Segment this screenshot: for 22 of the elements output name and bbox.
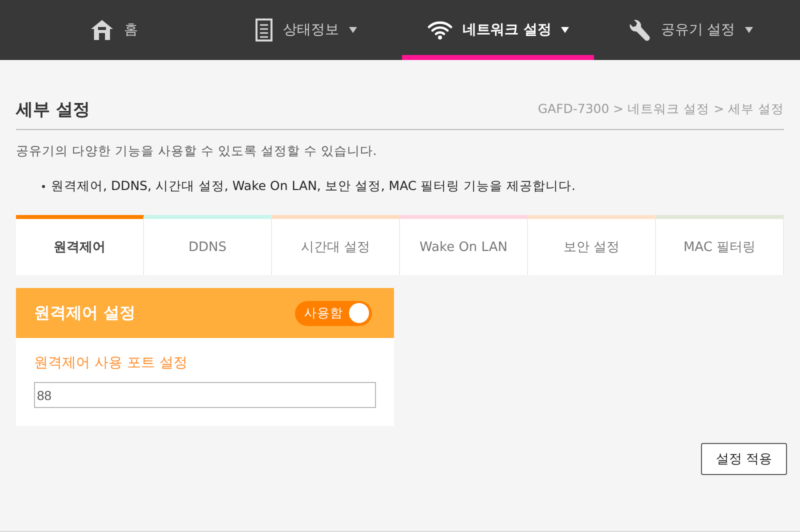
tab[interactable]: MAC 필터링 (656, 215, 784, 275)
bullet-text: 원격제어, DDNS, 시간대 설정, Wake On LAN, 보안 설정, MAC 필터링 기능을 제공합니다. (51, 178, 576, 195)
wifi-icon (426, 20, 453, 40)
home-icon (90, 19, 114, 41)
bullet-icon (42, 185, 45, 188)
nav-item[interactable]: 공유기 설정 (594, 0, 786, 60)
tab[interactable]: 원격제어 (16, 215, 144, 275)
tab[interactable]: 시간대 설정 (272, 215, 400, 275)
apply-button[interactable]: 설정 적용 (700, 443, 787, 475)
port-input-field[interactable]: 88 (34, 382, 376, 408)
nav-item[interactable]: 홈 (18, 0, 210, 60)
page-title: 세부 설정 (16, 99, 90, 121)
tab[interactable]: DDNS (144, 215, 272, 275)
breadcrumb: GAFD-7300 > 네트워크 설정 > 세부 설정 (538, 101, 784, 118)
nav-item[interactable]: 상태정보 (210, 0, 402, 60)
panel-title: 원격제어 설정 (34, 302, 136, 324)
nav-item[interactable]: 네트워크 설정 (402, 0, 594, 60)
field-label: 원격제어 사용 포트 설정 (34, 354, 188, 372)
document-icon (255, 18, 273, 42)
tab[interactable]: Wake On LAN (400, 215, 528, 275)
tab[interactable]: 보안 설정 (528, 215, 656, 275)
description-text: 공유기의 다양한 기능을 사용할 수 있도록 설정할 수 있습니다. (16, 143, 378, 160)
